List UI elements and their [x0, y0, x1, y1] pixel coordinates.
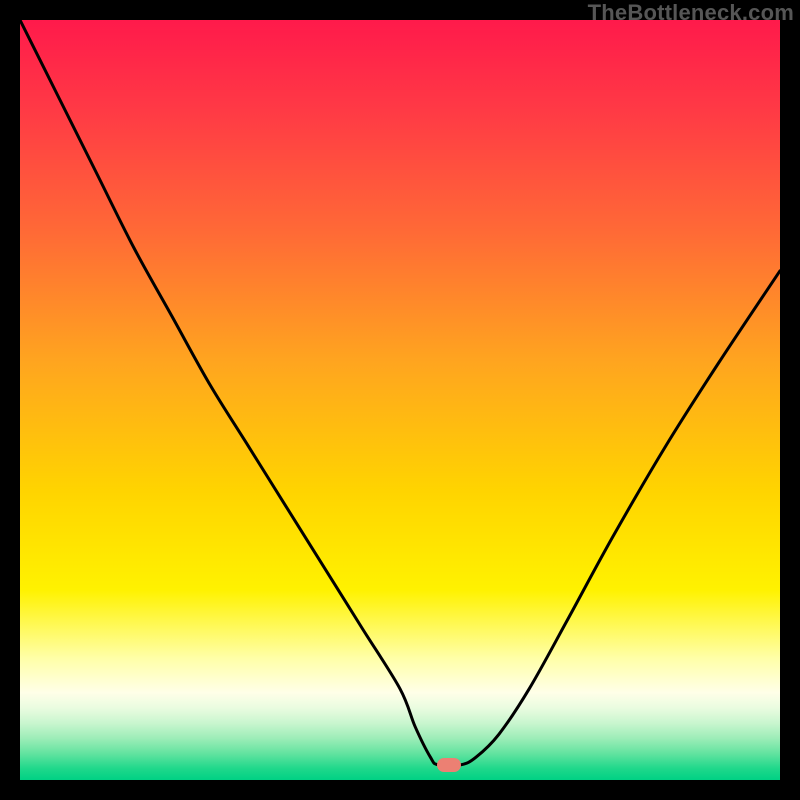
watermark-text: TheBottleneck.com — [588, 0, 794, 26]
plot-area — [20, 20, 780, 780]
optimal-marker — [437, 758, 461, 772]
curve-layer — [20, 20, 780, 780]
bottleneck-curve — [20, 20, 780, 766]
chart-frame: TheBottleneck.com — [0, 0, 800, 800]
